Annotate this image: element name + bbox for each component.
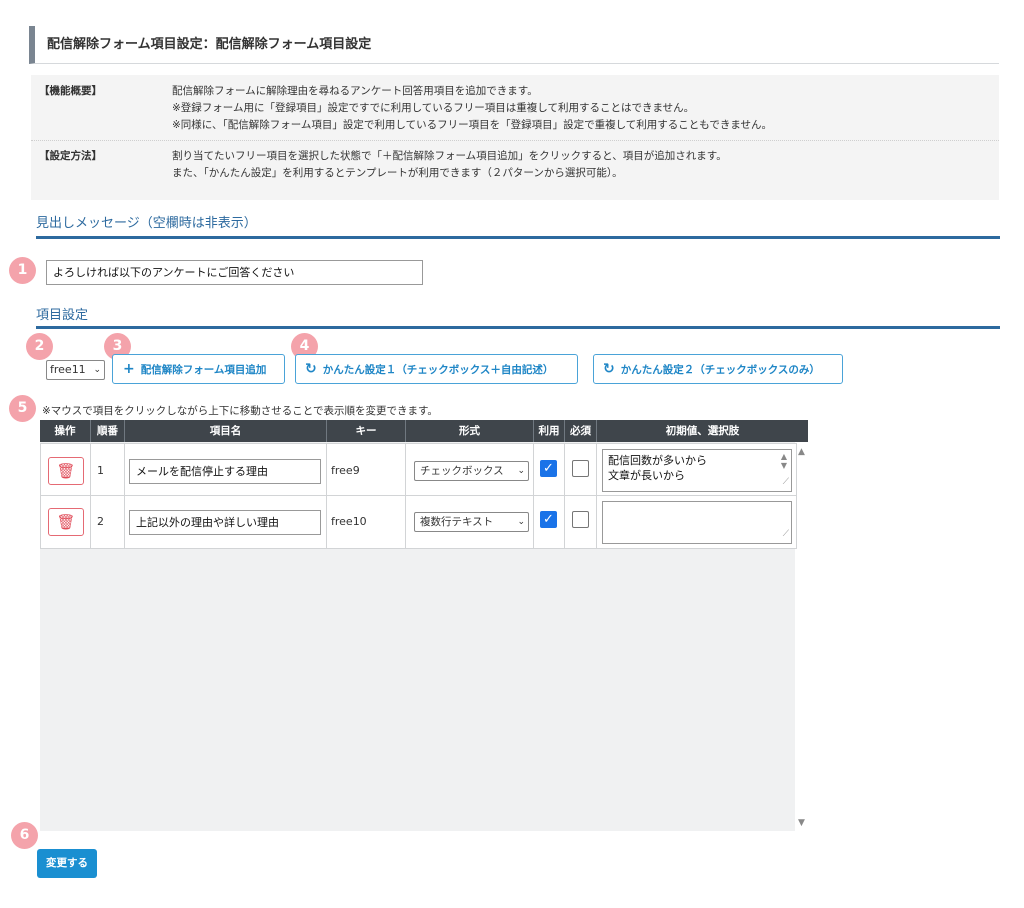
item-key: free9 bbox=[331, 464, 360, 477]
table-scroll-up-icon[interactable]: ▲ bbox=[798, 447, 805, 457]
overview-label: 【機能概要】 bbox=[39, 85, 102, 97]
method-label: 【設定方法】 bbox=[39, 150, 102, 162]
refresh-icon: ↻ bbox=[603, 361, 615, 377]
header-item-name: 項目名 bbox=[209, 425, 242, 437]
info-box: 【機能概要】 配信解除フォームに解除理由を尋ねるアンケート回答用項目を追加できま… bbox=[31, 75, 999, 200]
badge-2: 2 bbox=[26, 333, 53, 360]
add-item-button-label: 配信解除フォーム項目追加 bbox=[140, 364, 267, 376]
option-line: 文章が長いから bbox=[608, 469, 685, 482]
badge-5: 5 bbox=[9, 395, 36, 422]
easy-setting-1-button[interactable]: ↻ かんたん設定１（チェックボックス＋自由記述） bbox=[295, 354, 578, 384]
options-textarea[interactable]: ⟋ bbox=[602, 501, 792, 544]
resize-grip-icon[interactable]: ⟋ bbox=[783, 527, 789, 542]
chevron-down-icon: ⌄ bbox=[93, 365, 101, 375]
overview-line-2: ※登録フォーム用に「登録項目」設定ですでに利用しているフリー項目は重複して利用す… bbox=[172, 102, 695, 114]
heading-message-input[interactable]: よろしければ以下のアンケートにご回答ください bbox=[46, 260, 423, 285]
option-line: 配信回数が多いから bbox=[608, 454, 707, 467]
heading-message-title: 見出しメッセージ（空欄時は非表示） bbox=[36, 216, 257, 231]
checkmark-icon: ✓ bbox=[543, 512, 554, 527]
sort-note: ※マウスで項目をクリックしながら上下に移動させることで表示順を変更できます。 bbox=[42, 405, 438, 417]
easy-setting-1-label: かんたん設定１（チェックボックス＋自由記述） bbox=[322, 364, 554, 376]
trash-icon: 🗑 bbox=[56, 513, 76, 531]
item-key: free10 bbox=[331, 515, 367, 528]
page-title: 配信解除フォーム項目設定：配信解除フォーム項目設定 bbox=[29, 26, 999, 64]
required-checkbox[interactable] bbox=[572, 460, 589, 477]
header-action: 操作 bbox=[54, 425, 76, 437]
easy-setting-2-button[interactable]: ↻ かんたん設定２（チェックボックスのみ） bbox=[593, 354, 843, 384]
easy-setting-2-label: かんたん設定２（チェックボックスのみ） bbox=[620, 364, 820, 376]
free-item-select[interactable]: free11 ⌄ bbox=[46, 360, 105, 380]
method-line-1: 割り当てたいフリー項目を選択した状態で「＋配信解除フォーム項目追加」をクリックす… bbox=[172, 150, 727, 162]
overview-line-3: ※同様に、「配信解除フォーム項目」設定で利用しているフリー項目を「登録項目」設定… bbox=[172, 119, 773, 131]
checkmark-icon: ✓ bbox=[543, 461, 554, 476]
header-initial-options: 初期値、選択肢 bbox=[665, 425, 740, 437]
add-item-button[interactable]: + 配信解除フォーム項目追加 bbox=[112, 354, 285, 384]
item-type-value: 複数行テキスト bbox=[420, 516, 494, 528]
delete-button[interactable]: 🗑 bbox=[48, 457, 84, 485]
item-type-value: チェックボックス bbox=[420, 465, 504, 477]
table-scroll-down-icon[interactable]: ▼ bbox=[798, 818, 805, 828]
row-order: 1 bbox=[97, 464, 104, 477]
item-name-input[interactable]: 上記以外の理由や詳しい理由 bbox=[129, 510, 321, 535]
heading-section-divider bbox=[36, 236, 1000, 239]
delete-button[interactable]: 🗑 bbox=[48, 508, 84, 536]
info-divider bbox=[31, 140, 999, 141]
textarea-scroll-arrows[interactable]: ▲ ▼ bbox=[779, 452, 789, 470]
row-order: 2 bbox=[97, 515, 104, 528]
options-textarea[interactable]: 配信回数が多いから 文章が長いから ▲ ▼ ⟋ bbox=[602, 449, 792, 492]
item-type-select[interactable]: 複数行テキスト ⌄ bbox=[414, 512, 529, 532]
plus-icon: + bbox=[123, 361, 135, 377]
use-checkbox[interactable]: ✓ bbox=[540, 511, 557, 528]
required-checkbox[interactable] bbox=[572, 511, 589, 528]
method-line-2: また、「かんたん設定」を利用するとテンプレートが利用できます（２パターンから選択… bbox=[172, 167, 623, 179]
header-key: キー bbox=[355, 425, 377, 437]
overview-line-1: 配信解除フォームに解除理由を尋ねるアンケート回答用項目を追加できます。 bbox=[172, 85, 538, 97]
chevron-down-icon: ⌄ bbox=[517, 517, 525, 527]
free-item-select-value: free11 bbox=[50, 363, 86, 376]
chevron-down-icon: ⌄ bbox=[517, 466, 525, 476]
header-use: 利用 bbox=[538, 425, 560, 437]
use-checkbox[interactable]: ✓ bbox=[540, 460, 557, 477]
table-row[interactable]: 🗑 1 メールを配信停止する理由 free9 チェックボックス ⌄ ✓ 配信回数… bbox=[40, 443, 797, 496]
badge-6: 6 bbox=[11, 822, 38, 849]
refresh-icon: ↻ bbox=[305, 361, 317, 377]
resize-grip-icon[interactable]: ⟋ bbox=[783, 475, 789, 490]
item-name-input[interactable]: メールを配信停止する理由 bbox=[129, 459, 321, 484]
submit-button[interactable]: 変更する bbox=[37, 849, 97, 878]
table-header: 操作 順番 項目名 キー 形式 利用 必須 初期値、選択肢 bbox=[40, 420, 808, 442]
items-section-title: 項目設定 bbox=[36, 308, 89, 323]
badge-1: 1 bbox=[9, 257, 36, 284]
item-type-select[interactable]: チェックボックス ⌄ bbox=[414, 461, 529, 481]
header-required: 必須 bbox=[570, 425, 591, 437]
trash-icon: 🗑 bbox=[56, 462, 76, 480]
table-row[interactable]: 🗑 2 上記以外の理由や詳しい理由 free10 複数行テキスト ⌄ ✓ ⟋ bbox=[40, 496, 797, 549]
items-section-divider bbox=[36, 326, 1000, 329]
header-type: 形式 bbox=[459, 425, 480, 437]
header-order: 順番 bbox=[97, 425, 118, 437]
